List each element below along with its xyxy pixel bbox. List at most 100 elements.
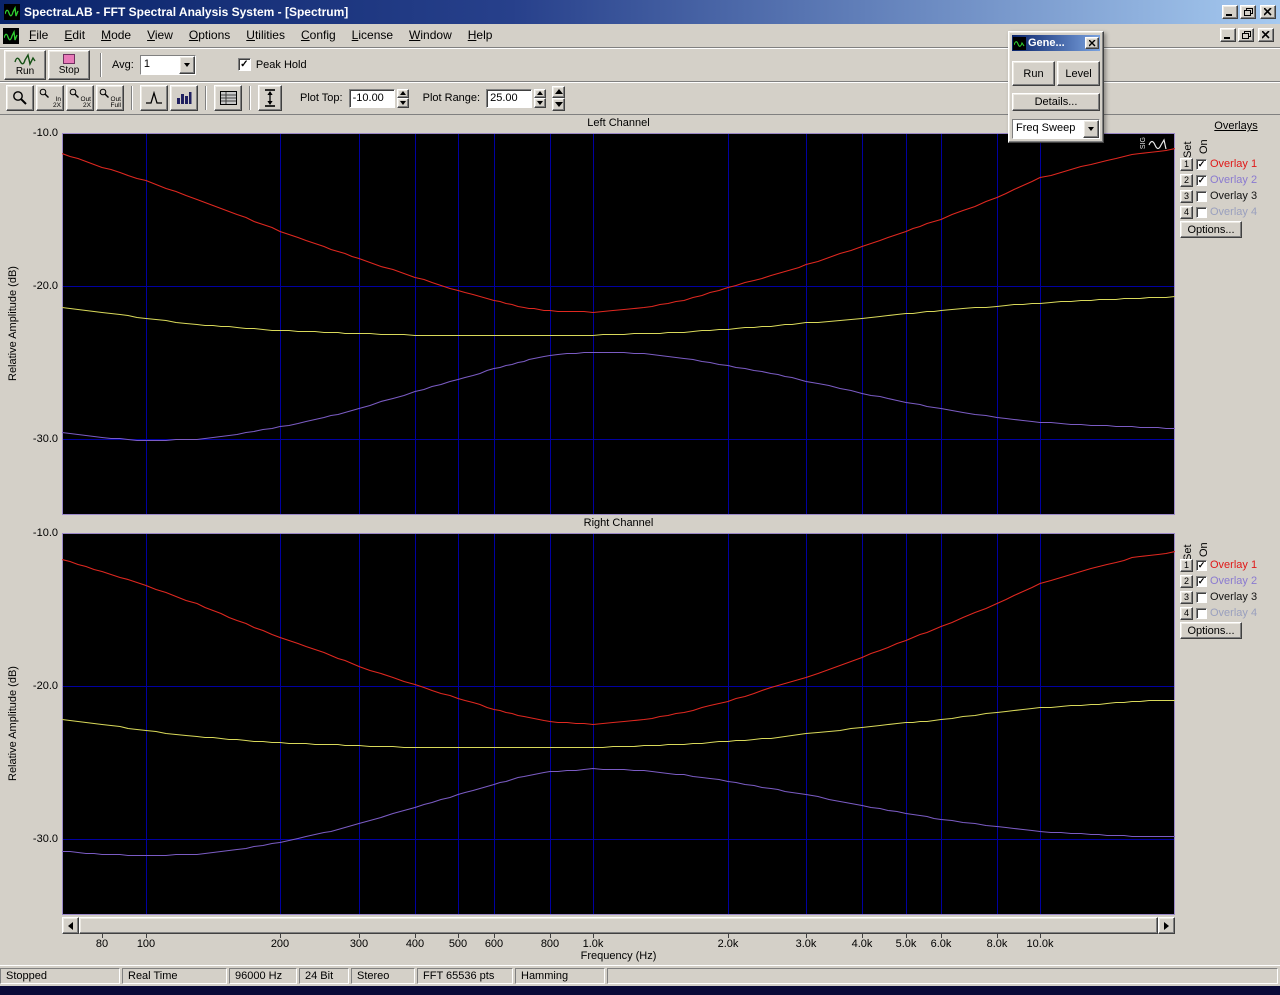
x-tick-label: 6.0k [930,938,952,950]
spin-up-icon[interactable] [534,88,547,98]
peak-hold-check-mark: ✓ [240,58,249,70]
overlay-1-select-button-right[interactable]: 1 [1180,558,1193,572]
menu-window[interactable]: Window [401,24,460,47]
zoom-out-full-button[interactable]: Out Full [96,85,124,111]
overlays-title[interactable]: Overlays [1196,120,1276,132]
generator-close-button[interactable] [1085,37,1099,49]
scroll-left-button[interactable] [62,917,79,934]
zoom-in-2x-button[interactable]: In 2X [36,85,64,111]
stop-button[interactable]: Stop [48,49,90,80]
overlay-row: 2 ✓ Overlay 2 [1180,172,1280,188]
close-button[interactable] [1260,5,1276,19]
arrow-right-icon [1164,921,1169,930]
overlay-2-select-button-left[interactable]: 2 [1180,173,1193,187]
plot-range-field[interactable]: 25.00 [486,88,533,108]
chevron-down-icon[interactable] [178,55,195,74]
chevron-down-icon[interactable] [1083,120,1099,138]
spin-down-icon[interactable] [552,98,566,111]
spin-down-icon[interactable] [396,98,409,108]
spin-up-icon[interactable] [396,88,409,98]
frequency-scrollbar[interactable] [62,917,1175,934]
series-overlay-2 [61,351,1175,442]
toolbar-separator [100,52,102,77]
plot-range-label: Plot Range: [422,92,481,104]
menu-config[interactable]: Config [293,24,344,47]
spin-up-icon[interactable] [552,85,566,98]
menu-help[interactable]: Help [460,24,501,47]
zoom-out-full-label: Out Full [110,96,121,109]
avg-combobox[interactable]: 1 [139,54,196,75]
run-button[interactable]: Run [4,49,46,80]
overlay-3-select-button-right[interactable]: 3 [1180,590,1193,604]
overlay-2-on-checkbox-right[interactable]: ✓ [1196,575,1207,587]
overlay-3-on-checkbox-right[interactable]: ✓ [1196,591,1207,603]
plot-top-field[interactable]: -10.00 [348,88,395,108]
overlays-options-button-left[interactable]: Options... [1180,221,1242,238]
scroll-right-button[interactable] [1158,917,1175,934]
overlay-3-select-button-left[interactable]: 3 [1180,189,1193,203]
overlay-1-label-left: Overlay 1 [1210,158,1258,170]
zoom-out-2x-button[interactable]: Out 2X [66,85,94,111]
plot-shift-spinner [552,85,566,111]
menu-edit[interactable]: Edit [56,24,93,47]
spin-down-icon[interactable] [534,98,547,108]
overlay-1-on-checkbox-left[interactable]: ✓ [1196,158,1207,170]
y-tick-label: -10.0 [32,127,58,139]
x-tick-label: 800 [540,938,560,950]
overlays-options-button-right[interactable]: Options... [1180,622,1242,639]
plot-top-value: -10.00 [352,92,384,104]
titlebar[interactable]: SpectraLAB - FFT Spectral Analysis Syste… [0,0,1280,24]
app-icon [4,4,20,20]
overlay-1-on-checkbox-right[interactable]: ✓ [1196,559,1207,571]
menu-mode[interactable]: Mode [93,24,139,47]
generator-titlebar[interactable]: Gene... [1012,35,1100,51]
menu-utilities[interactable]: Utilities [238,24,293,47]
generator-level-button[interactable]: Level [1057,61,1100,86]
minimize-button[interactable] [1222,5,1238,19]
overlay-4-on-checkbox-right[interactable]: ✓ [1196,607,1207,619]
mdi-window-controls [1220,28,1274,42]
generator-details-button[interactable]: Details... [1012,93,1100,111]
status-filler [607,968,1278,984]
scrollbar-thumb[interactable] [79,917,1158,934]
status-96000-hz: 96000 Hz [229,968,297,984]
peak-cursor-button[interactable] [140,85,168,111]
close-icon [1088,39,1095,46]
check-mark: ✓ [1197,575,1206,586]
overlay-2-select-button-right[interactable]: 2 [1180,574,1193,588]
autoscale-vertical-button[interactable] [258,85,282,111]
overlay-4-select-button-left[interactable]: 4 [1180,205,1193,219]
grid-display-button[interactable] [214,85,242,111]
overlay-3-label-right: Overlay 3 [1210,591,1258,603]
generator-run-button[interactable]: Run [1012,61,1055,86]
stop-button-label: Stop [58,65,80,76]
generator-mode-combobox[interactable]: Freq Sweep [1012,119,1100,139]
overlays-rows-left: 1✓Overlay 12✓Overlay 23✓Overlay 34✓Overl… [1180,156,1280,220]
menu-options[interactable]: Options [181,24,238,47]
peak-hold-checkbox[interactable]: ✓ [237,58,251,71]
mdi-minimize-button[interactable] [1220,28,1236,42]
sig-label: SIG [1140,137,1147,150]
bar-display-button[interactable] [170,85,198,111]
left-channel-plot[interactable]: SIG [61,133,1176,515]
generator-signal-indicator: SIG [1140,137,1168,153]
overlay-2-on-checkbox-left[interactable]: ✓ [1196,174,1207,186]
series-live-trace-peak-hold- [61,699,1175,749]
overlay-4-on-checkbox-left[interactable]: ✓ [1196,206,1207,218]
bar-graph-icon [177,92,192,104]
overlay-4-select-button-right[interactable]: 4 [1180,606,1193,620]
overlay-4-label-left: Overlay 4 [1210,206,1258,218]
menu-license[interactable]: License [344,24,401,47]
menu-view[interactable]: View [139,24,181,47]
overlay-1-select-button-left[interactable]: 1 [1180,157,1193,171]
zoom-tool-button[interactable] [6,85,34,111]
check-mark: ✓ [1197,158,1206,169]
overlay-3-on-checkbox-left[interactable]: ✓ [1196,190,1207,202]
right-channel-plot[interactable] [61,533,1176,915]
mdi-restore-button[interactable] [1238,28,1254,42]
mdi-close-button[interactable] [1258,28,1274,42]
y-tick-label: -20.0 [32,679,58,692]
y-tick-label: -30.0 [32,832,58,845]
menu-file[interactable]: File [21,24,56,47]
restore-button[interactable] [1240,5,1256,19]
